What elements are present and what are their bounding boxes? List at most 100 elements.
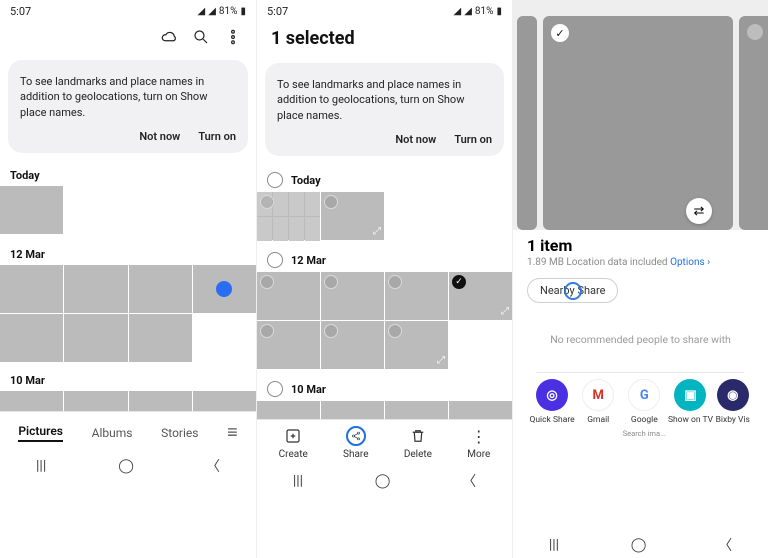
select-all-ring[interactable]	[267, 252, 283, 268]
thumb[interactable]	[64, 391, 127, 411]
more-icon[interactable]	[224, 28, 242, 46]
thumb-checkbox[interactable]	[260, 324, 274, 338]
date-header: Today	[0, 163, 256, 186]
date-header: 12 Mar	[0, 242, 256, 265]
quick-share-icon: ◎	[536, 379, 568, 411]
expand-icon[interactable]: ⤢	[501, 306, 509, 317]
thumb[interactable]: ⤢	[321, 192, 384, 240]
nearby-share-chip[interactable]: Nearby Share	[527, 278, 618, 303]
cloud-icon[interactable]	[160, 28, 178, 46]
thumb-checkbox[interactable]	[388, 275, 402, 289]
thumb[interactable]	[193, 391, 256, 411]
share-app-google[interactable]: G Google Search ima...	[621, 379, 667, 438]
thumb-checkbox-checked[interactable]: ✓	[452, 275, 466, 289]
thumb[interactable]	[0, 265, 63, 313]
date-label: 10 Mar	[291, 383, 326, 396]
date-label: Today	[291, 174, 321, 187]
nav-home-icon[interactable]: ◯	[631, 537, 647, 553]
thumb-checkbox[interactable]	[324, 195, 338, 209]
date-header[interactable]: 12 Mar	[257, 246, 512, 272]
thumb-checkbox[interactable]	[260, 275, 274, 289]
share-options-link[interactable]: Options ›	[670, 257, 710, 268]
nav-home-icon[interactable]: ◯	[118, 458, 134, 474]
thumb-row-12mar: ✓⤢ ⤢	[257, 272, 512, 369]
thumb[interactable]	[0, 391, 63, 411]
nav-recent-icon[interactable]: |||	[549, 537, 559, 553]
thumb[interactable]	[64, 265, 127, 313]
thumb-checkbox[interactable]	[388, 324, 402, 338]
date-header[interactable]: 10 Mar	[257, 375, 512, 401]
battery-icon: ▮	[240, 6, 246, 17]
preview-panel[interactable]	[739, 16, 768, 230]
status-time: 5:07	[10, 5, 31, 18]
nav-recent-icon[interactable]: |||	[293, 473, 303, 489]
nav-back-icon[interactable]: 〈	[462, 471, 476, 491]
expand-icon[interactable]: ⤢	[373, 226, 381, 237]
thumb[interactable]: ✓⤢	[449, 272, 512, 320]
screen-gallery-browse: 5:07 ◢ ◢ 81% ▮ To see landmarks and plac…	[0, 0, 256, 558]
share-app-row: ◎ Quick Share M Gmail G Google Search im…	[527, 379, 754, 448]
nav-back-icon[interactable]: 〈	[718, 535, 732, 555]
nav-recent-icon[interactable]: |||	[36, 458, 46, 474]
thumb[interactable]	[449, 401, 512, 419]
tab-pictures[interactable]: Pictures	[18, 424, 63, 442]
preview-unchecked-dot[interactable]	[747, 24, 763, 40]
share-app-showontv[interactable]: ▣ Show on TV	[667, 379, 713, 438]
thumb-row-10mar	[257, 401, 512, 419]
share-button[interactable]: Share	[343, 426, 368, 460]
tab-stories[interactable]: Stories	[161, 426, 198, 440]
thumb-checkbox[interactable]	[324, 275, 338, 289]
battery-text: 81%	[219, 6, 238, 17]
system-navbar: ||| ◯ 〈	[0, 453, 256, 479]
thumb-row-10mar	[0, 391, 256, 411]
share-app-quickshare[interactable]: ◎ Quick Share	[529, 379, 575, 438]
thumb[interactable]	[193, 265, 256, 313]
delete-button[interactable]: Delete	[404, 426, 432, 460]
thumb[interactable]	[129, 314, 192, 362]
menu-icon[interactable]: ≡	[227, 422, 238, 443]
search-icon[interactable]	[192, 28, 210, 46]
date-header: 10 Mar	[0, 368, 256, 391]
thumb[interactable]	[385, 272, 448, 320]
select-all-ring[interactable]	[267, 381, 283, 397]
thumb[interactable]	[129, 391, 192, 411]
thumb[interactable]	[321, 321, 384, 369]
thumb-weather[interactable]	[0, 186, 63, 234]
status-bar: 5:07 ◢ ◢ 81% ▮	[257, 0, 512, 22]
swap-button[interactable]: ⇄	[686, 198, 712, 224]
share-preview-strip: ✓ ⇄	[513, 0, 768, 230]
place-names-banner: To see landmarks and place names in addi…	[8, 60, 248, 153]
more-button[interactable]: ⋮ More	[467, 426, 490, 460]
create-button[interactable]: Create	[279, 426, 308, 460]
thumb[interactable]	[64, 314, 127, 362]
select-all-ring[interactable]	[267, 172, 283, 188]
thumb[interactable]	[257, 272, 320, 320]
preview-panel-selected[interactable]: ✓	[543, 16, 733, 230]
date-header[interactable]: Today	[257, 166, 512, 192]
thumb[interactable]: ⤢	[385, 321, 448, 369]
share-app-gmail[interactable]: M Gmail	[575, 379, 621, 438]
thumb[interactable]	[321, 272, 384, 320]
banner-notnow-button[interactable]: Not now	[139, 130, 180, 143]
header-actions	[0, 22, 256, 56]
thumb[interactable]	[257, 192, 320, 240]
expand-icon[interactable]: ⤢	[437, 355, 445, 366]
thumb-checkbox[interactable]	[324, 324, 338, 338]
tab-albums[interactable]: Albums	[92, 426, 133, 440]
preview-check-icon[interactable]: ✓	[551, 24, 569, 42]
status-time: 5:07	[267, 5, 288, 18]
thumb[interactable]	[257, 401, 320, 419]
thumb[interactable]	[385, 401, 448, 419]
thumb[interactable]	[257, 321, 320, 369]
thumb[interactable]	[129, 265, 192, 313]
signal-icon: ◢	[464, 6, 472, 17]
thumb[interactable]	[321, 401, 384, 419]
nav-back-icon[interactable]: 〈	[206, 456, 220, 476]
banner-notnow-button[interactable]: Not now	[395, 133, 436, 146]
banner-turnon-button[interactable]: Turn on	[454, 133, 492, 146]
preview-panel[interactable]	[517, 16, 537, 230]
nav-home-icon[interactable]: ◯	[375, 473, 391, 489]
share-app-bixby[interactable]: ◉ Bixby Vis	[714, 379, 752, 438]
banner-turnon-button[interactable]: Turn on	[198, 130, 236, 143]
thumb[interactable]	[0, 314, 63, 362]
